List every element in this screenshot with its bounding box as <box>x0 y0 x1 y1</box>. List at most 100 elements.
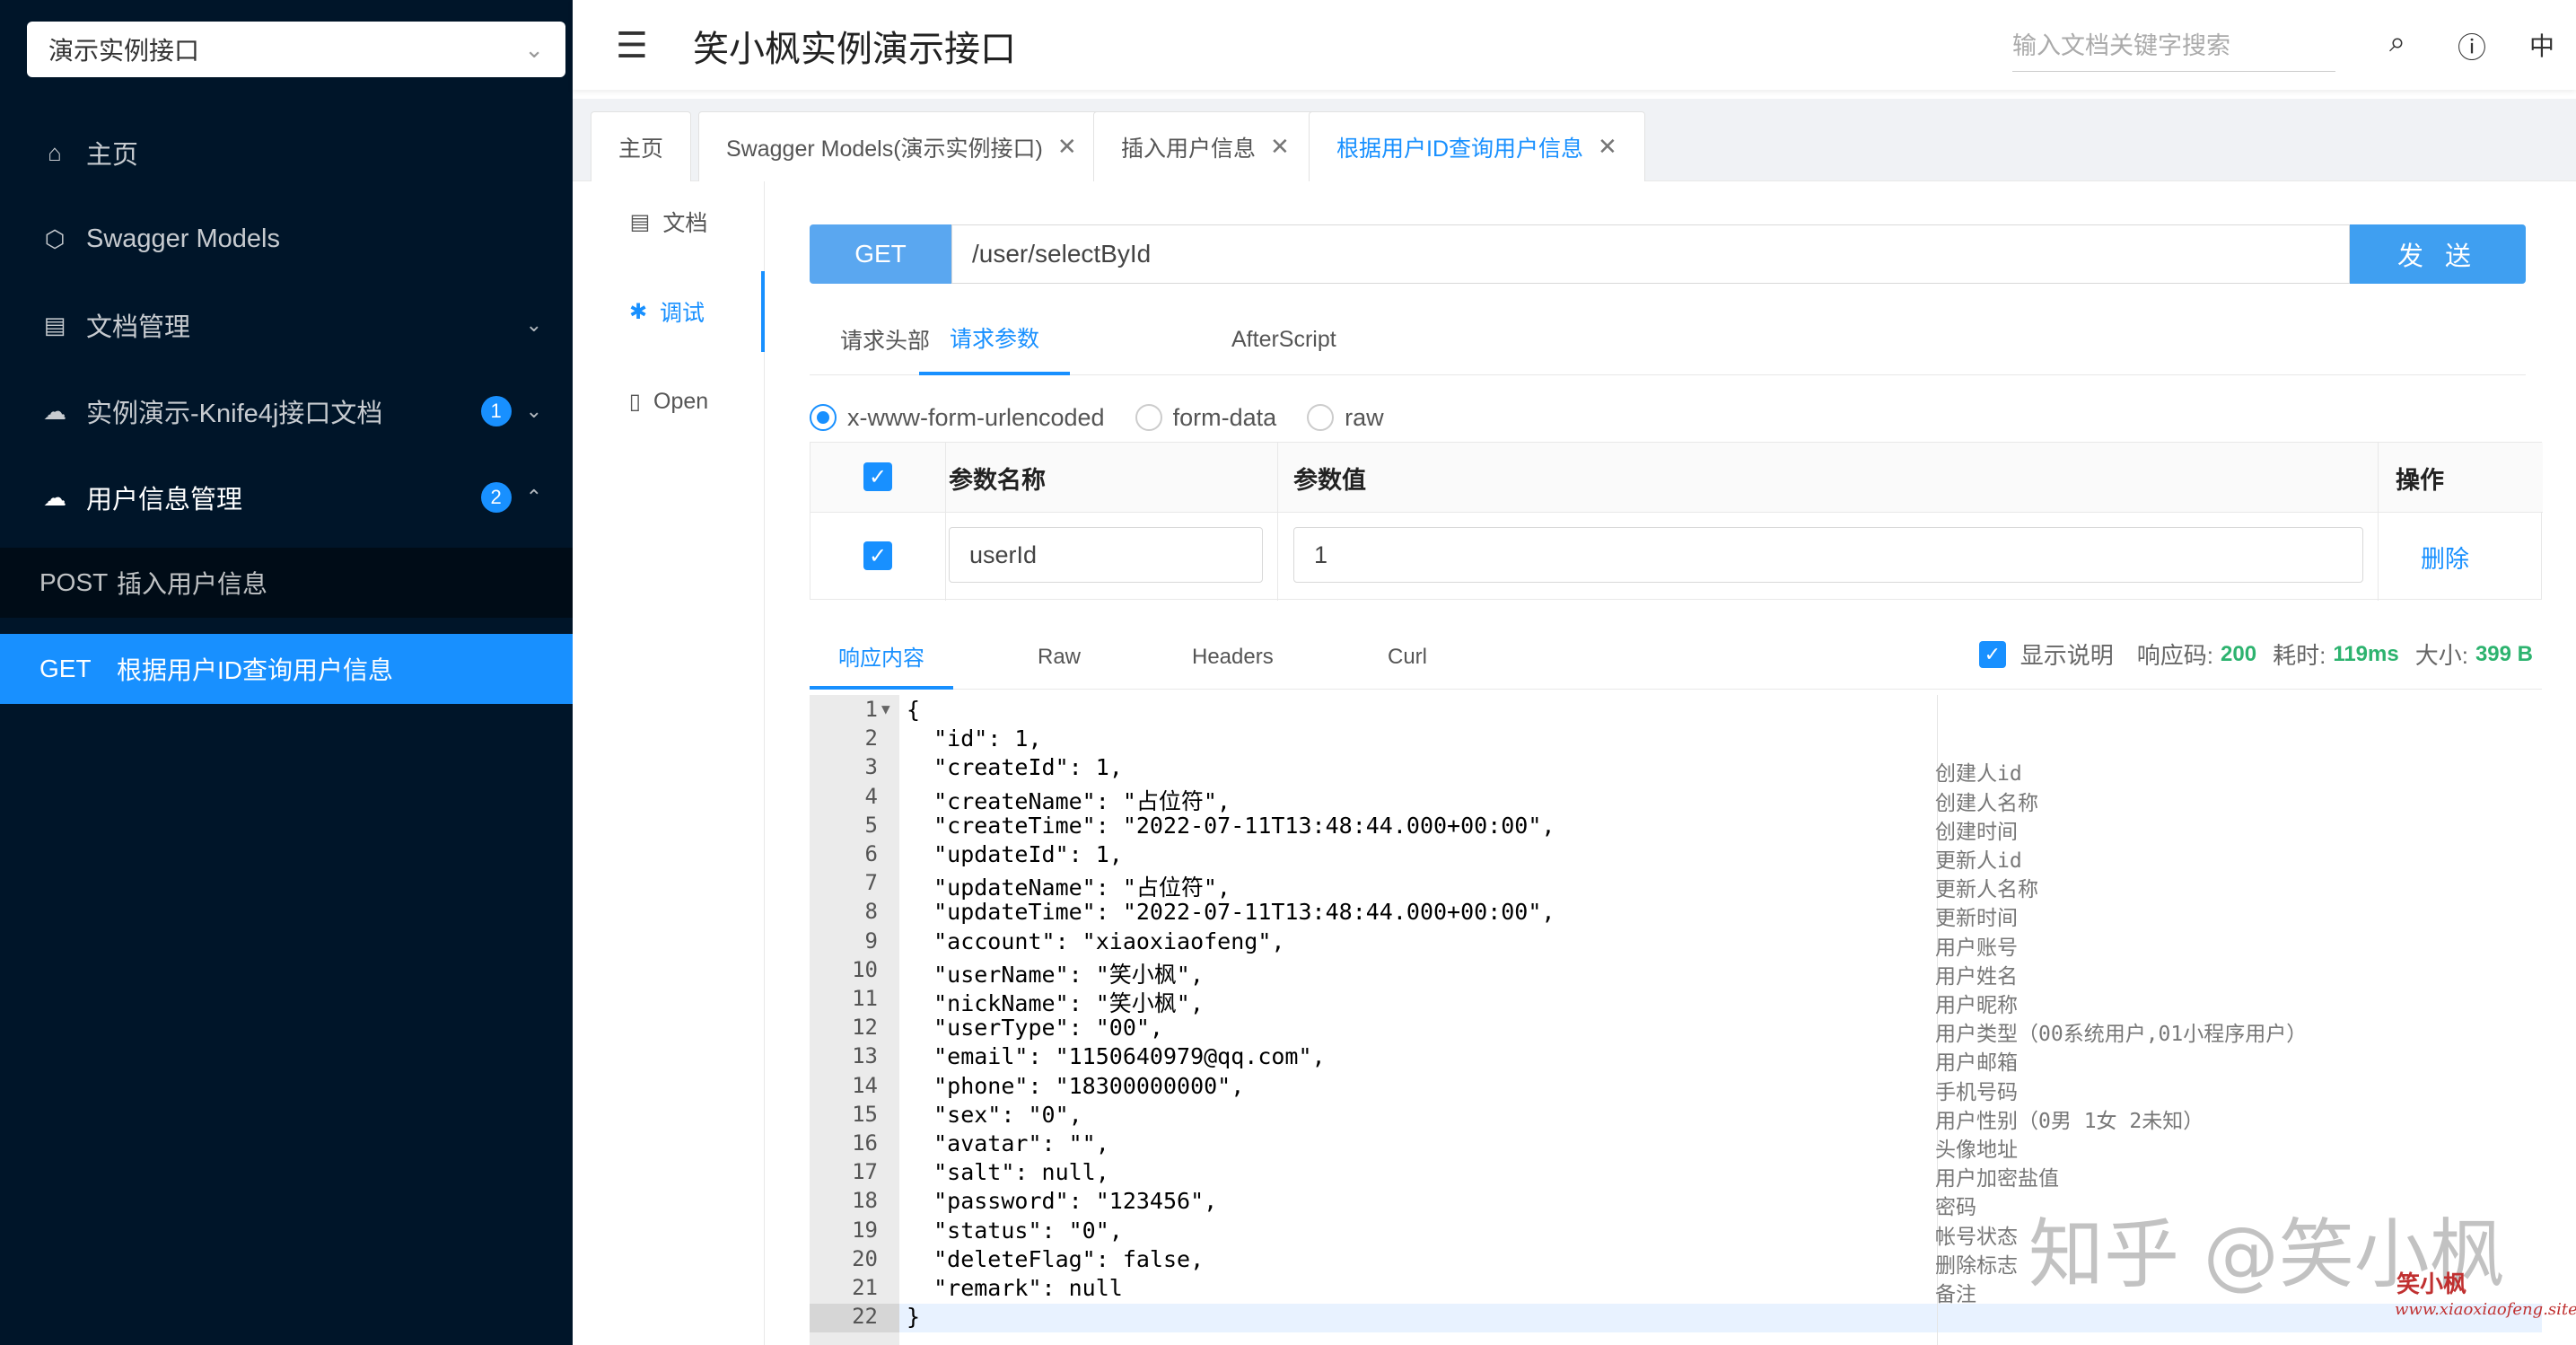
radio-label: x-www-form-urlencoded <box>847 403 1105 431</box>
help-icon[interactable]: ⓘ <box>2458 25 2486 66</box>
sidebar: 演示实例接口 ⌄ ⌂ 主页 ⬡ Swagger Models ▤ 文档管理 ⌄ … <box>0 0 573 1345</box>
radio-form-data[interactable]: form-data <box>1135 404 1276 432</box>
row-checkbox[interactable]: ✓ <box>863 541 892 570</box>
code-line: "updateName": "占位符", <box>907 875 1231 901</box>
send-button[interactable]: 发 送 <box>2350 224 2526 284</box>
response-code: 200 <box>2221 641 2257 666</box>
line-number: 8 <box>864 899 878 925</box>
close-icon[interactable]: ✕ <box>1270 133 1290 161</box>
close-icon[interactable]: ✕ <box>1598 133 1617 161</box>
column-divider <box>1277 443 1278 601</box>
menu-debug[interactable]: ✱ 调试 <box>573 271 765 352</box>
search-input[interactable] <box>2012 22 2335 72</box>
chevron-up-icon: ⌃ <box>525 486 542 508</box>
sidebar-subitem-label: 插入用户信息 <box>117 570 268 598</box>
line-number: 5 <box>864 812 878 838</box>
field-comment: 更新人名称 <box>1935 878 2038 902</box>
sidebar-subitem-insert-user[interactable]: POST 插入用户信息 <box>0 548 573 618</box>
menu-fold-icon[interactable]: ☰ <box>616 25 648 66</box>
field-comment: 创建时间 <box>1935 820 2018 844</box>
tab-label: 主页 <box>618 136 664 162</box>
language-switch[interactable]: 中 <box>2529 27 2554 63</box>
search-icon[interactable]: ⌕ <box>2389 25 2405 59</box>
current-line-highlight <box>810 1304 2542 1332</box>
group-select[interactable]: 演示实例接口 ⌄ <box>27 22 565 77</box>
field-comment: 更新时间 <box>1935 907 2018 931</box>
sidebar-item-doc-manage[interactable]: ▤ 文档管理 ⌄ <box>0 282 573 368</box>
sidebar-item-home[interactable]: ⌂ 主页 <box>0 110 573 196</box>
tab-swagger-models[interactable]: Swagger Models(演示实例接口) ✕ <box>698 111 1105 181</box>
response-size: 399 B <box>2475 641 2533 666</box>
tab-request-params[interactable]: 请求参数 <box>919 303 1071 375</box>
line-number: 13 <box>852 1043 878 1069</box>
field-comment: 头像地址 <box>1935 1138 2018 1162</box>
code-line: "createTime": "2022-07-11T13:48:44.000+0… <box>907 812 1555 839</box>
code-line: "avatar": "", <box>907 1130 1109 1156</box>
select-all-checkbox[interactable]: ✓ <box>863 462 892 491</box>
doc-manage-icon: ▤ <box>43 311 66 338</box>
request-url-bar: GET 发 送 <box>810 224 2526 284</box>
bug-icon: ✱ <box>628 299 648 324</box>
count-badge: 1 <box>480 396 512 426</box>
menu-debug-label: 调试 <box>660 301 705 326</box>
line-number: 1 <box>864 697 878 722</box>
code-label: 响应码: <box>2136 642 2214 669</box>
close-icon[interactable]: ✕ <box>1057 133 1077 161</box>
tab-response-curl[interactable]: Curl <box>1388 625 1427 690</box>
body-type-radios: x-www-form-urlencoded form-data raw <box>810 393 1415 442</box>
tab-request-headers[interactable]: 请求头部 <box>840 303 930 375</box>
tab-response-content[interactable]: 响应内容 <box>810 625 953 690</box>
line-number: 12 <box>852 1015 878 1041</box>
line-number: 6 <box>864 841 878 866</box>
sidebar-subitem-select-user[interactable]: GET 根据用户ID查询用户信息 <box>0 634 573 704</box>
tab-home[interactable]: 主页 <box>591 111 692 181</box>
code-line: "email": "1150640979@qq.com", <box>907 1043 1326 1070</box>
field-comment: 创建人名称 <box>1935 791 2038 815</box>
code-line: { <box>907 697 921 723</box>
line-number: 18 <box>852 1188 878 1214</box>
code-line: "updateTime": "2022-07-11T13:48:44.000+0… <box>907 899 1555 926</box>
menu-open[interactable]: ▯ Open <box>573 361 765 442</box>
params-table-header <box>810 443 2543 513</box>
home-icon: ⌂ <box>48 138 62 166</box>
tab-response-headers[interactable]: Headers <box>1192 625 1274 690</box>
code-line: "password": "123456", <box>907 1188 1218 1215</box>
delete-param-link[interactable]: 删除 <box>2421 540 2469 575</box>
column-ops: 操作 <box>2396 466 2444 494</box>
menu-open-label: Open <box>653 388 709 414</box>
field-comment: 帐号状态 <box>1935 1225 2018 1249</box>
show-desc-checkbox[interactable]: ✓ <box>1978 640 2006 668</box>
tab-insert-user[interactable]: 插入用户信息 ✕ <box>1093 111 1318 181</box>
sidebar-item-knife4j-demo[interactable]: ☁ 实例演示-Knife4j接口文档 1 ⌄ <box>0 368 573 454</box>
cloud-icon: ☁ <box>43 483 66 511</box>
size-label: 大小: <box>2414 642 2468 669</box>
tab-select-user[interactable]: 根据用户ID查询用户信息 ✕ <box>1309 111 1645 181</box>
line-number: 2 <box>864 725 878 752</box>
param-name-input[interactable]: userId <box>949 527 1263 583</box>
http-method-button[interactable]: GET <box>810 224 951 284</box>
sidebar-subitem-label: 根据用户ID查询用户信息 <box>117 656 394 684</box>
http-method-label: POST <box>39 568 109 596</box>
count-badge: 2 <box>480 482 512 513</box>
request-url-input[interactable] <box>951 224 2350 284</box>
http-method-label: GET <box>39 655 92 682</box>
sidebar-item-label: Swagger Models <box>86 224 280 253</box>
radio-raw[interactable]: raw <box>1307 404 1384 432</box>
field-comment: 更新人id <box>1935 849 2022 873</box>
sidebar-item-user-manage[interactable]: ☁ 用户信息管理 2 ⌃ <box>0 454 573 541</box>
field-comment: 用户加密盐值 <box>1935 1167 2059 1191</box>
sidebar-item-swagger-models[interactable]: ⬡ Swagger Models <box>0 196 573 282</box>
page-tabs: 主页 Swagger Models(演示实例接口) ✕ 插入用户信息 ✕ 根据用… <box>573 99 2576 181</box>
column-param-name: 参数名称 <box>949 466 1046 494</box>
field-comment: 创建人id <box>1935 762 2022 787</box>
field-comment: 用户邮箱 <box>1935 1051 2018 1076</box>
param-value-input[interactable]: 1 <box>1293 527 2363 583</box>
fold-arrow-icon[interactable]: ▼ <box>881 700 890 717</box>
code-line: } <box>907 1304 921 1331</box>
tab-afterscript[interactable]: AfterScript <box>1231 303 1336 375</box>
radio-urlencoded[interactable]: x-www-form-urlencoded <box>810 404 1105 432</box>
tab-response-raw[interactable]: Raw <box>1038 625 1081 690</box>
menu-doc[interactable]: ▤ 文档 <box>573 181 765 262</box>
line-number: 22 <box>852 1304 878 1330</box>
debug-panel: GET 发 送 请求头部 请求参数 AfterScript x-www-form… <box>765 181 2576 1345</box>
